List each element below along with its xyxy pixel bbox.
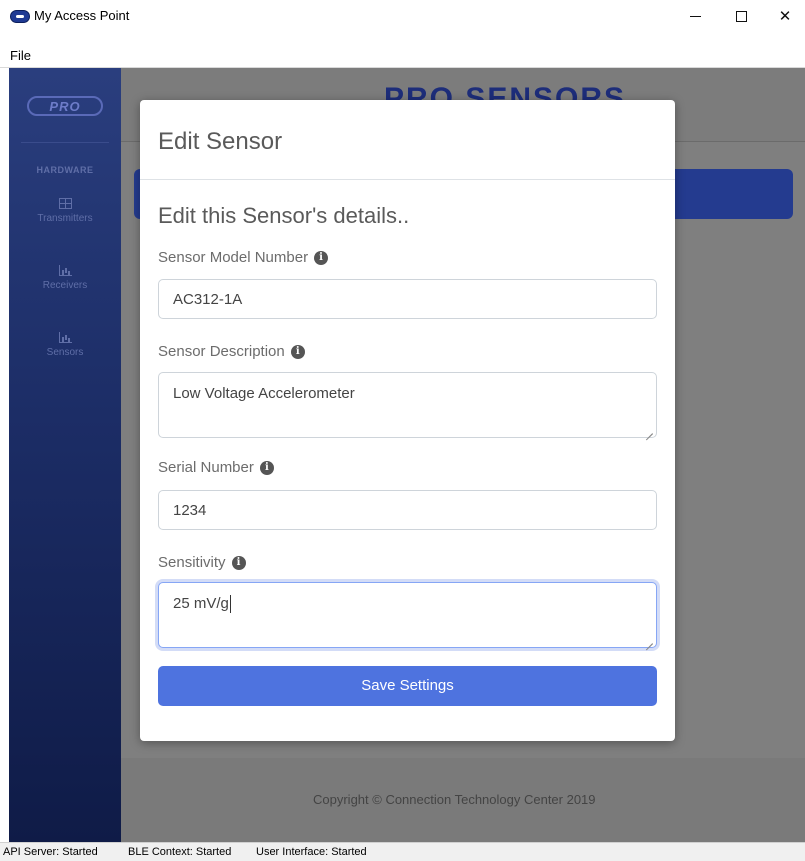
sensitivity-field[interactable]: 25 mV/g (158, 582, 657, 648)
model-number-value: AC312-1A (173, 291, 243, 308)
logo-text: PRO (49, 98, 81, 114)
status-ui: User Interface: Started (256, 846, 367, 858)
modal-title: Edit Sensor (158, 128, 283, 155)
description-value: Low Voltage Accelerometer (173, 385, 355, 402)
minimize-button[interactable] (672, 0, 718, 32)
model-number-field[interactable]: AC312-1A (158, 279, 657, 319)
close-icon: ✕ (778, 8, 792, 25)
chart-icon (58, 265, 72, 276)
window-title: My Access Point (34, 8, 130, 23)
pro-logo[interactable]: PRO (27, 96, 103, 116)
status-bar: API Server: Started BLE Context: Started… (0, 842, 805, 861)
maximize-button[interactable] (718, 0, 764, 32)
description-field[interactable]: Low Voltage Accelerometer (158, 372, 657, 438)
sidebar-item-sensors[interactable]: Sensors (9, 332, 121, 358)
sidebar: PRO HARDWARE Transmitters Receivers Sens… (9, 68, 121, 842)
info-icon[interactable]: i (259, 460, 274, 475)
info-icon[interactable]: i (290, 344, 305, 359)
sidebar-divider (21, 142, 109, 143)
text-cursor (229, 595, 231, 614)
serial-number-label-text: Serial Number (158, 459, 254, 476)
sensitivity-value: 25 mV/g (173, 595, 229, 612)
maximize-icon (735, 10, 747, 22)
status-api: API Server: Started (3, 846, 98, 858)
window-titlebar: My Access Point ✕ (0, 0, 805, 46)
sidebar-item-label: Sensors (46, 347, 84, 358)
info-icon[interactable]: i (231, 555, 246, 570)
serial-number-field[interactable]: 1234 (158, 490, 657, 530)
chart-icon (58, 332, 72, 343)
sidebar-item-transmitters[interactable]: Transmitters (9, 198, 121, 224)
serial-number-label: Serial Number i (158, 459, 274, 476)
save-settings-button[interactable]: Save Settings (158, 666, 657, 706)
sidebar-section-title: HARDWARE (36, 165, 94, 175)
copyright-text: Copyright © Connection Technology Center… (313, 792, 596, 807)
sensitivity-label: Sensitivity i (158, 554, 246, 571)
grid-icon (58, 198, 72, 209)
info-icon[interactable]: i (314, 250, 329, 265)
modal-subtitle: Edit this Sensor's details.. (158, 203, 410, 228)
menu-file[interactable]: File (10, 48, 31, 63)
description-label: Sensor Description i (158, 343, 305, 360)
sidebar-item-label: Transmitters (37, 213, 93, 224)
menu-bar: File (0, 46, 805, 68)
minimize-icon (689, 15, 701, 17)
modal-header: Edit Sensor (140, 100, 675, 180)
edit-sensor-modal: Edit Sensor Edit this Sensor's details..… (140, 100, 675, 741)
app-logo-icon (10, 10, 30, 23)
description-label-text: Sensor Description (158, 343, 285, 360)
model-number-label-text: Sensor Model Number (158, 249, 309, 266)
sidebar-item-label: Receivers (42, 280, 88, 291)
resize-grip-icon[interactable] (644, 635, 653, 644)
serial-number-value: 1234 (173, 502, 207, 519)
resize-grip-icon[interactable] (644, 425, 653, 434)
close-button[interactable]: ✕ (762, 0, 805, 32)
model-number-label: Sensor Model Number i (158, 249, 329, 266)
status-ble: BLE Context: Started (128, 846, 232, 858)
sensitivity-label-text: Sensitivity (158, 554, 226, 571)
sidebar-item-receivers[interactable]: Receivers (9, 265, 121, 291)
